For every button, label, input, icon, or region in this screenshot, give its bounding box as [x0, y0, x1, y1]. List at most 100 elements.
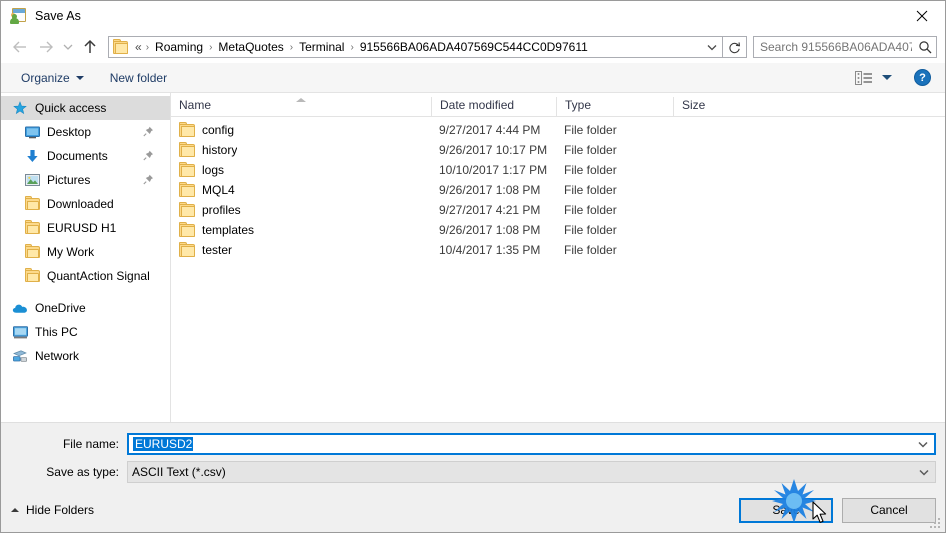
close-icon — [916, 10, 928, 22]
this-pc-icon — [11, 324, 29, 340]
hide-folders-button[interactable]: Hide Folders — [11, 503, 94, 517]
breadcrumb-separator: › — [145, 41, 150, 53]
chevron-up-icon — [11, 508, 19, 512]
column-header-type[interactable]: Type — [556, 97, 673, 116]
address-bar[interactable]: « › Roaming › MetaQuotes › Terminal › 91… — [108, 36, 723, 58]
forward-button[interactable] — [33, 34, 59, 60]
breadcrumb-overflow[interactable]: « — [132, 39, 143, 55]
save-as-dialog: Save As « › Roaming › MetaQuotes › Termi… — [0, 0, 946, 533]
dialog-body: Quick access Desktop Documents Pictures … — [1, 93, 945, 422]
file-date-modified: 9/26/2017 10:17 PM — [439, 143, 548, 157]
file-type: File folder — [564, 223, 617, 237]
file-type: File folder — [564, 163, 617, 177]
pictures-icon — [23, 172, 41, 188]
up-button[interactable] — [77, 34, 103, 60]
new-folder-label: New folder — [109, 70, 168, 85]
save-as-type-field[interactable]: ASCII Text (*.csv) — [127, 461, 936, 483]
table-row[interactable]: templates 9/26/2017 1:08 PM File folder — [171, 220, 945, 240]
sidebar-item-quantaction-signal[interactable]: QuantAction Signal — [1, 264, 170, 288]
pin-icon — [143, 174, 154, 188]
save-form: File name: EURUSD2 Save as type: ASCII T… — [1, 422, 945, 488]
command-bar: Organize New folder ? — [1, 63, 945, 93]
help-button[interactable]: ? — [914, 69, 931, 86]
save-as-type-label: Save as type: — [46, 465, 119, 479]
search-box[interactable] — [753, 36, 937, 58]
save-button[interactable]: Save — [739, 497, 833, 523]
sidebar-item-label: My Work — [47, 245, 95, 259]
column-header-date-modified[interactable]: Date modified — [431, 97, 556, 116]
save-button-label: Save — [772, 503, 800, 517]
view-options-button[interactable] — [853, 69, 875, 87]
sidebar-item-onedrive[interactable]: OneDrive — [1, 296, 170, 320]
file-name: MQL4 — [202, 183, 235, 197]
sidebar-item-quick-access[interactable]: Quick access — [1, 96, 170, 120]
sidebar-item-desktop[interactable]: Desktop — [1, 120, 170, 144]
breadcrumb-item-roaming[interactable]: Roaming — [152, 39, 206, 55]
view-options-chevron-icon[interactable] — [882, 75, 892, 80]
file-name-row: File name: EURUSD2 — [1, 432, 945, 456]
folder-icon — [23, 220, 41, 236]
forward-arrow-icon — [40, 41, 53, 53]
file-name-field[interactable]: EURUSD2 — [127, 433, 936, 455]
table-row[interactable]: logs 10/10/2017 1:17 PM File folder — [171, 160, 945, 180]
sidebar-item-label: Pictures — [47, 173, 91, 187]
file-type: File folder — [564, 143, 617, 157]
sidebar-item-documents[interactable]: Documents — [1, 144, 170, 168]
search-input[interactable] — [754, 40, 914, 54]
file-type: File folder — [564, 183, 617, 197]
dialog-footer: Hide Folders Save Cancel — [1, 488, 945, 532]
table-row[interactable]: history 9/26/2017 10:17 PM File folder — [171, 140, 945, 160]
sidebar-item-eurusd-h1[interactable]: EURUSD H1 — [1, 216, 170, 240]
view-options-icon — [855, 70, 872, 85]
sidebar-item-pictures[interactable]: Pictures — [1, 168, 170, 192]
breadcrumb-item-metaquotes[interactable]: MetaQuotes — [215, 39, 286, 55]
file-list-header: Name Date modified Type Size — [171, 93, 945, 117]
cancel-button[interactable]: Cancel — [842, 497, 936, 523]
refresh-button[interactable] — [723, 36, 747, 58]
search-button[interactable] — [914, 40, 936, 54]
file-name-dropdown-button[interactable] — [912, 441, 934, 448]
breadcrumb-separator: › — [289, 41, 294, 53]
desktop-icon — [23, 124, 41, 140]
chevron-down-icon — [707, 44, 717, 50]
organize-button[interactable]: Organize — [15, 68, 90, 88]
navigation-bar: « › Roaming › MetaQuotes › Terminal › 91… — [1, 31, 945, 63]
save-as-type-dropdown-button[interactable] — [913, 469, 935, 476]
column-header-label: Date modified — [440, 98, 515, 112]
recent-locations-button[interactable] — [59, 34, 77, 60]
breadcrumb-item-terminal[interactable]: Terminal — [296, 39, 347, 55]
recent-locations-chevron-icon — [63, 44, 73, 50]
sidebar-item-network[interactable]: Network — [1, 344, 170, 368]
onedrive-icon — [11, 300, 29, 316]
sidebar-item-label: EURUSD H1 — [47, 221, 117, 235]
resize-grip[interactable] — [930, 518, 942, 530]
file-date-modified: 9/26/2017 1:08 PM — [439, 223, 541, 237]
network-icon — [11, 348, 29, 364]
folder-icon — [179, 161, 195, 177]
breadcrumb-item-terminal-id[interactable]: 915566BA06ADA407569C544CC0D97611 — [357, 39, 591, 55]
column-header-size[interactable]: Size — [673, 97, 753, 116]
file-name-value-wrap: EURUSD2 — [129, 437, 912, 451]
folder-icon — [113, 38, 128, 54]
sidebar-item-my-work[interactable]: My Work — [1, 240, 170, 264]
new-folder-button[interactable]: New folder — [104, 68, 173, 88]
documents-icon — [23, 148, 41, 164]
title-bar: Save As — [1, 1, 945, 31]
sidebar-item-downloaded[interactable]: Downloaded — [1, 192, 170, 216]
table-row[interactable]: config 9/27/2017 4:44 PM File folder — [171, 120, 945, 140]
close-button[interactable] — [899, 1, 945, 31]
table-row[interactable]: tester 10/4/2017 1:35 PM File folder — [171, 240, 945, 260]
column-header-name[interactable]: Name — [171, 97, 431, 116]
back-button[interactable] — [7, 34, 33, 60]
breadcrumb: « › Roaming › MetaQuotes › Terminal › 91… — [128, 39, 702, 55]
table-row[interactable]: MQL4 9/26/2017 1:08 PM File folder — [171, 180, 945, 200]
table-row[interactable]: profiles 9/27/2017 4:21 PM File folder — [171, 200, 945, 220]
pin-icon — [143, 150, 154, 164]
sidebar-item-this-pc[interactable]: This PC — [1, 320, 170, 344]
up-arrow-icon — [84, 39, 96, 53]
address-dropdown-button[interactable] — [702, 37, 722, 57]
save-as-icon — [10, 8, 27, 24]
folder-icon — [179, 181, 195, 197]
sidebar-item-label: Desktop — [47, 125, 92, 139]
